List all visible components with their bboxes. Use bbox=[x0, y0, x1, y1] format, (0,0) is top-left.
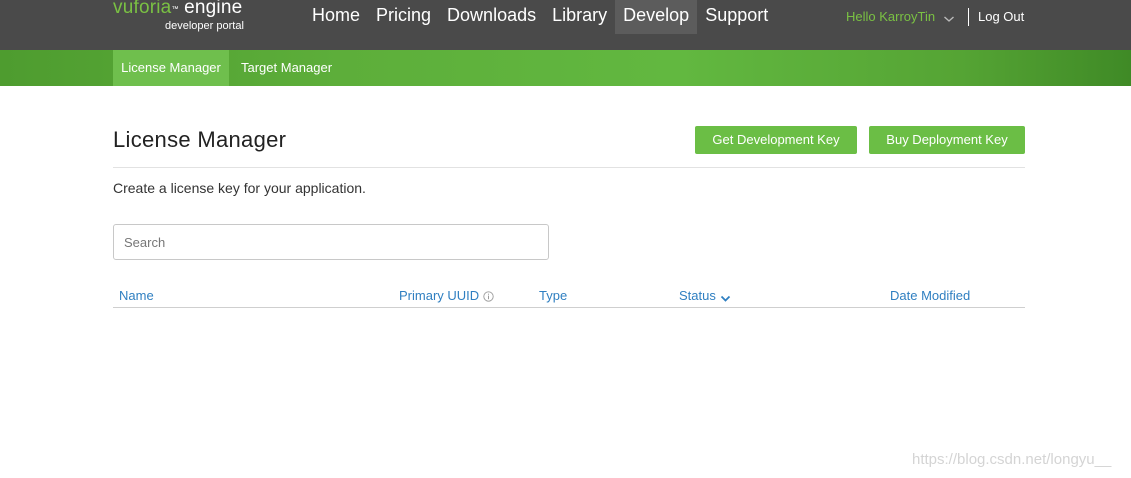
column-header-name-label: Name bbox=[119, 288, 154, 303]
column-header-date-modified[interactable]: Date Modified bbox=[890, 288, 970, 303]
nav-downloads[interactable]: Downloads bbox=[439, 0, 544, 34]
column-header-status[interactable]: Status bbox=[679, 288, 731, 303]
main-nav: Home Pricing Downloads Library Develop S… bbox=[304, 0, 776, 34]
top-header: vuforia™ engine developer portal Home Pr… bbox=[0, 0, 1131, 50]
column-header-type-label: Type bbox=[539, 288, 568, 303]
nav-develop[interactable]: Develop bbox=[615, 0, 698, 34]
sort-descending-icon[interactable] bbox=[720, 291, 731, 302]
column-header-status-label: Status bbox=[679, 288, 716, 303]
tab-target-manager[interactable]: Target Manager bbox=[241, 50, 332, 86]
user-greeting: Hello KarroyTin bbox=[846, 9, 936, 24]
tab-license-manager[interactable]: License Manager bbox=[113, 50, 229, 86]
logo-subtitle: developer portal bbox=[165, 20, 244, 32]
page-description: Create a license key for your applicatio… bbox=[113, 180, 366, 196]
user-menu[interactable]: Hello KarroyTin bbox=[846, 9, 955, 24]
chevron-down-icon bbox=[943, 12, 955, 22]
column-header-name[interactable]: Name bbox=[119, 288, 154, 303]
title-divider bbox=[113, 167, 1025, 168]
nav-support[interactable]: Support bbox=[697, 0, 776, 34]
watermark-text: https://blog.csdn.net/longyu__ bbox=[912, 451, 1112, 468]
nav-library[interactable]: Library bbox=[544, 0, 615, 34]
page-title: License Manager bbox=[113, 127, 287, 152]
column-header-type[interactable]: Type bbox=[539, 288, 567, 303]
info-icon[interactable] bbox=[483, 290, 494, 302]
logout-link[interactable]: Log Out bbox=[978, 9, 1024, 24]
header-divider bbox=[968, 8, 969, 26]
nav-home[interactable]: Home bbox=[304, 0, 368, 34]
logo-wordmark: vuforia™ engine bbox=[113, 0, 243, 18]
table-header-rule bbox=[113, 307, 1025, 308]
column-header-date-label: Date Modified bbox=[890, 288, 971, 303]
nav-pricing[interactable]: Pricing bbox=[368, 0, 439, 34]
column-header-primary-uuid[interactable]: Primary UUID bbox=[399, 288, 494, 303]
column-header-uuid-label: Primary UUID bbox=[399, 288, 480, 303]
buy-deployment-key-button[interactable]: Buy Deployment Key bbox=[869, 126, 1025, 154]
vuforia-logo[interactable]: vuforia™ engine developer portal bbox=[113, 0, 253, 36]
sub-nav: License Manager Target Manager bbox=[0, 50, 1131, 86]
search-input[interactable] bbox=[113, 224, 549, 260]
get-development-key-button[interactable]: Get Development Key bbox=[695, 126, 857, 154]
